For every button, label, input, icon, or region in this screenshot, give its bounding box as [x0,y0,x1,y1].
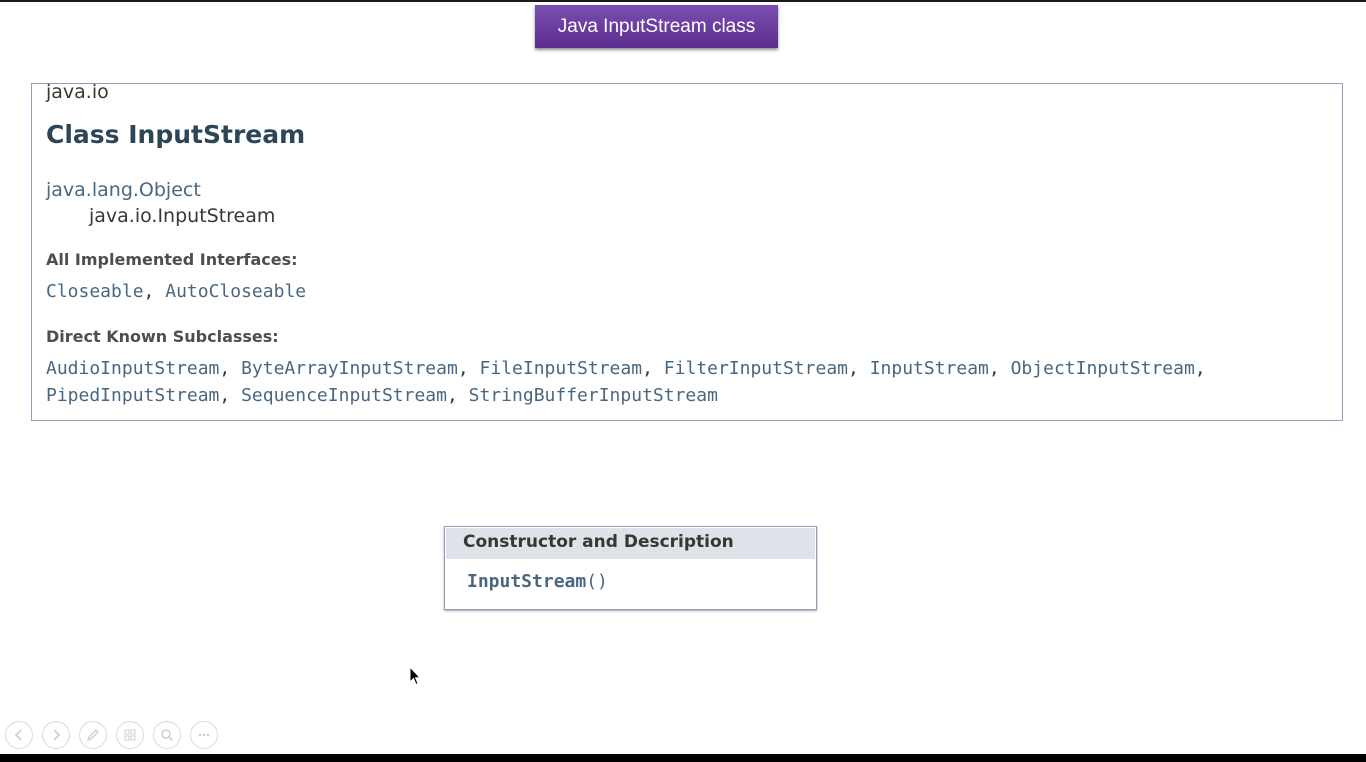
more-icon[interactable] [190,721,218,749]
list-separator: , [988,358,1011,379]
inheritance-child: java.io.InputStream [89,205,276,227]
type-link[interactable]: InputStream [870,358,989,379]
package-name: java.io [46,83,109,103]
type-link[interactable]: ByteArrayInputStream [241,358,458,379]
list-separator: , [642,358,664,379]
javadoc-panel: java.io Class InputStream java.lang.Obje… [31,83,1343,421]
list-separator: , [1194,358,1206,379]
inheritance-parent-link[interactable]: java.lang.Object [46,179,201,201]
type-link[interactable]: AutoCloseable [165,281,306,302]
slide-title: Java InputStream class [535,5,778,48]
implemented-interfaces-list: Closeable, AutoCloseable [46,278,306,305]
known-subclasses-list: AudioInputStream, ByteArrayInputStream, … [46,355,1206,409]
constructor-row: InputStream() [467,571,608,592]
list-separator: , [446,385,469,406]
type-link[interactable]: FileInputStream [480,358,643,379]
constructor-link[interactable]: InputStream [467,571,586,592]
list-separator: , [219,358,242,379]
slides-icon[interactable] [116,721,144,749]
list-separator: , [219,385,242,406]
next-icon[interactable] [42,721,70,749]
slide: Java InputStream class java.io Class Inp… [0,0,1366,762]
subclasses-line-1: AudioInputStream, ByteArrayInputStream, … [46,355,1206,382]
constructor-summary-table: Constructor and Description InputStream(… [444,526,817,610]
type-link[interactable]: AudioInputStream [46,358,219,379]
previous-icon[interactable] [5,721,33,749]
list-separator: , [143,281,166,302]
class-title: Class InputStream [46,120,306,149]
list-separator: , [457,358,480,379]
mouse-cursor-icon [409,666,421,686]
constructor-table-header: Constructor and Description [446,528,815,559]
known-subclasses-label: Direct Known Subclasses: [46,327,279,346]
type-link[interactable]: Closeable [46,281,144,302]
bottom-bar [0,754,1366,762]
implemented-interfaces-label: All Implemented Interfaces: [46,250,298,269]
type-link[interactable]: StringBufferInputStream [469,385,718,406]
constructor-params: () [586,571,608,592]
type-link[interactable]: FilterInputStream [664,358,848,379]
slideshow-toolbar [5,721,218,749]
zoom-icon[interactable] [153,721,181,749]
subclasses-line-2: PipedInputStream, SequenceInputStream, S… [46,382,1206,409]
type-link[interactable]: SequenceInputStream [241,385,447,406]
pen-icon[interactable] [79,721,107,749]
type-link[interactable]: ObjectInputStream [1011,358,1195,379]
type-link[interactable]: PipedInputStream [46,385,219,406]
list-separator: , [848,358,870,379]
